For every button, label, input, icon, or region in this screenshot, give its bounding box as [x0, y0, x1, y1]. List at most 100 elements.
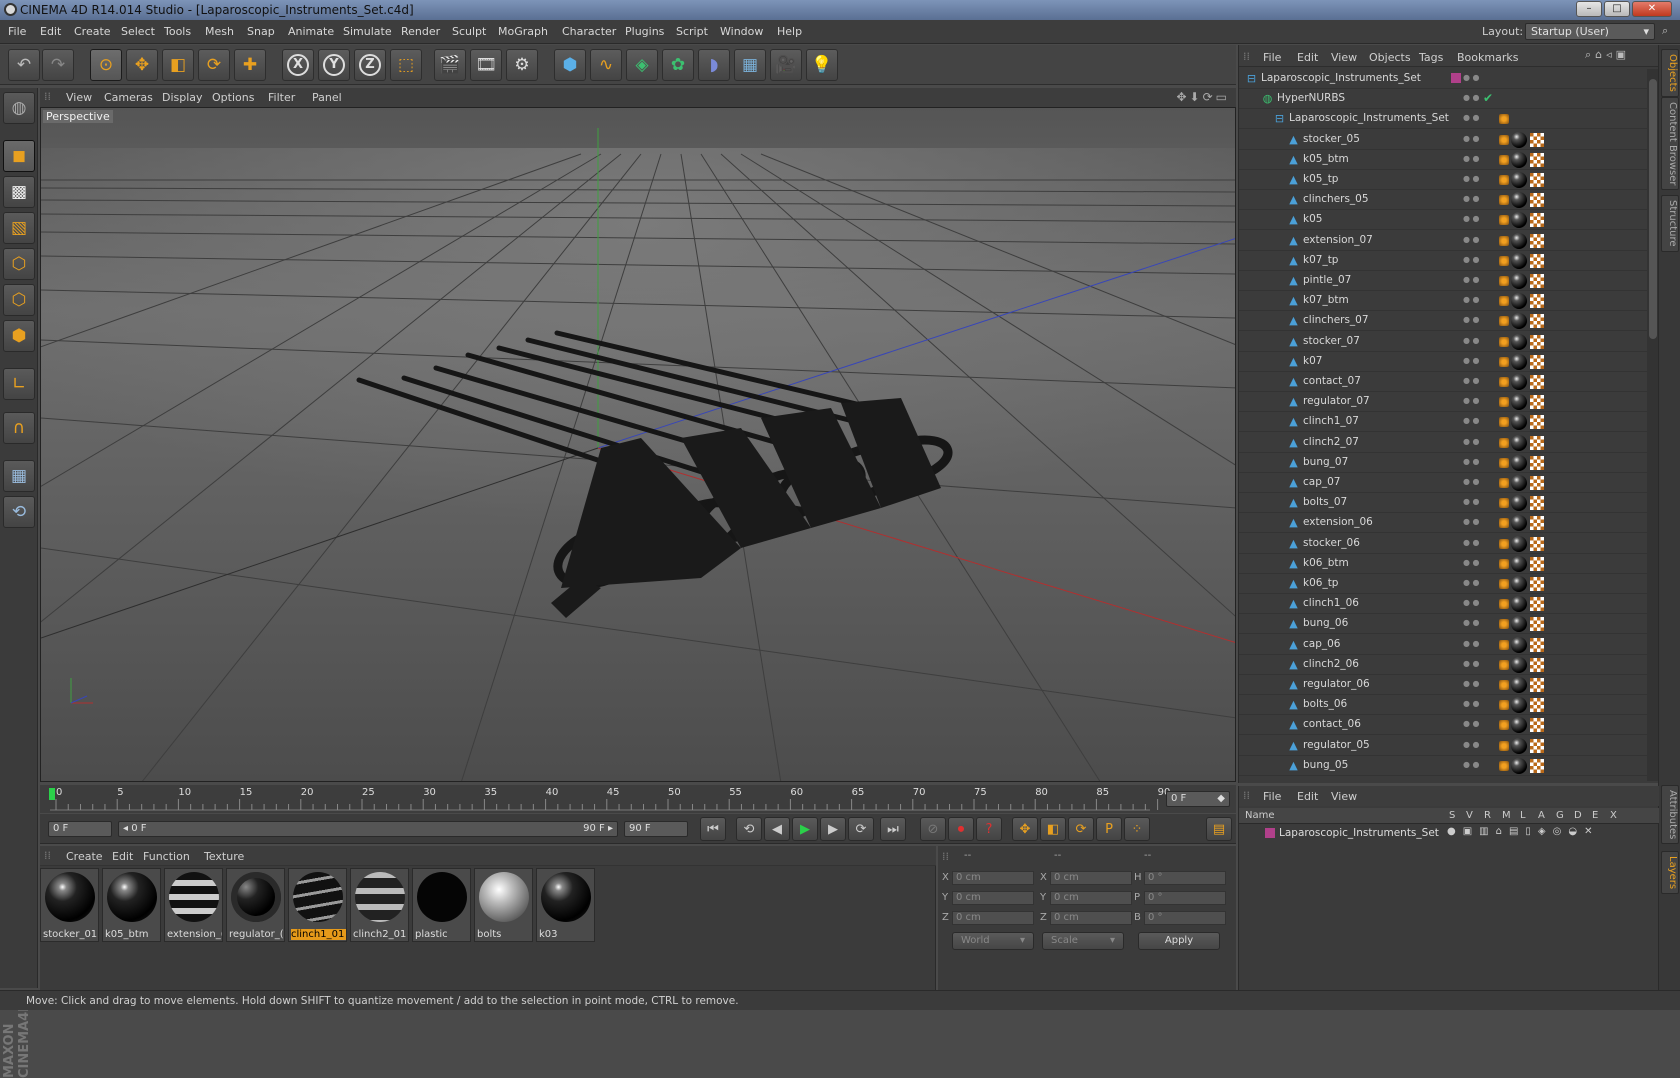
material-swatch[interactable]: bolts	[474, 868, 533, 942]
object-row[interactable]: ▲ bung_05 ● ●	[1239, 756, 1647, 776]
visibility-dots[interactable]: ● ●	[1463, 154, 1483, 163]
object-row[interactable]: ▲ regulator_05 ● ●	[1239, 736, 1647, 756]
layout-select[interactable]: Startup (User) ▾	[1525, 23, 1655, 40]
material-tag-icon[interactable]	[1511, 535, 1527, 552]
record-keys-icon[interactable]: ⊘	[920, 817, 946, 841]
phong-tag-icon[interactable]	[1499, 740, 1509, 751]
pos-y-field[interactable]: 0 cm	[952, 891, 1034, 905]
visibility-dots[interactable]: ● ●	[1463, 477, 1483, 486]
phong-tag-icon[interactable]	[1499, 255, 1509, 266]
object-tags[interactable]	[1499, 192, 1559, 209]
viewport-menu-options[interactable]: Options	[212, 91, 254, 104]
material-tag-icon[interactable]	[1511, 414, 1527, 431]
visibility-dots[interactable]: ● ●	[1463, 538, 1483, 547]
uvw-tag-icon[interactable]	[1530, 233, 1544, 248]
material-tag-icon[interactable]	[1511, 576, 1527, 592]
object-row[interactable]: ▲ cap_07 ● ●	[1239, 473, 1647, 493]
menu-mesh[interactable]: Mesh	[205, 25, 234, 38]
uvw-tag-icon[interactable]	[1530, 314, 1544, 329]
visibility-dots[interactable]: ● ●	[1463, 437, 1483, 446]
key-rotation-icon[interactable]: ⟳	[1068, 817, 1094, 841]
tab-content-browser[interactable]: Content Browser	[1661, 97, 1679, 191]
object-row[interactable]: ▲ pintle_07 ● ●	[1239, 271, 1647, 291]
tab-layers[interactable]: Layers	[1661, 851, 1679, 895]
material-menu-create[interactable]: Create	[66, 850, 103, 863]
object-row[interactable]: ▲ stocker_06 ● ●	[1239, 534, 1647, 554]
object-row[interactable]: ▲ clinch2_06 ● ●	[1239, 655, 1647, 675]
visibility-dots[interactable]: ● ●	[1463, 194, 1483, 203]
object-tags[interactable]	[1499, 434, 1559, 451]
material-tag-icon[interactable]	[1511, 677, 1527, 693]
object-tags[interactable]	[1499, 656, 1559, 673]
texture-mode-icon[interactable]: ▩	[3, 176, 35, 208]
render-settings-icon[interactable]: ⚙	[506, 49, 538, 81]
material-tag-icon[interactable]	[1511, 495, 1527, 512]
object-tags[interactable]	[1499, 414, 1559, 431]
visibility-dots[interactable]: ● ●	[1463, 457, 1483, 466]
x-axis-lock-icon[interactable]: X	[282, 49, 314, 81]
object-tags[interactable]	[1499, 111, 1559, 127]
viewport-menu-display[interactable]: Display	[162, 91, 203, 104]
uvw-tag-icon[interactable]	[1530, 294, 1544, 309]
object-menu-bookmarks[interactable]: Bookmarks	[1457, 51, 1518, 64]
object-row[interactable]: ▲ extension_07 ● ●	[1239, 231, 1647, 251]
material-swatch[interactable]: k05_btm	[102, 868, 161, 942]
object-row[interactable]: ▲ clinch1_07 ● ●	[1239, 412, 1647, 433]
phong-tag-icon[interactable]	[1499, 457, 1509, 468]
visibility-dots[interactable]: ● ●	[1463, 376, 1483, 385]
object-row[interactable]: ⊟ Laparoscopic_Instruments_Set ● ●	[1239, 109, 1647, 130]
phong-tag-icon[interactable]	[1499, 639, 1509, 650]
material-tag-icon[interactable]	[1511, 374, 1527, 390]
add-icon[interactable]: ✚	[234, 49, 266, 81]
render-picture-viewer-icon[interactable]: 🎞	[470, 49, 502, 81]
uvw-tag-icon[interactable]	[1530, 375, 1544, 389]
uvw-tag-icon[interactable]	[1530, 556, 1544, 571]
object-tags[interactable]	[1499, 353, 1559, 370]
uvw-tag-icon[interactable]	[1530, 253, 1544, 268]
uvw-tag-icon[interactable]	[1530, 577, 1544, 591]
minimize-button[interactable]: –	[1576, 1, 1602, 17]
visibility-dots[interactable]: ● ●	[1463, 659, 1483, 668]
object-tags[interactable]	[1499, 717, 1559, 734]
phong-tag-icon[interactable]	[1499, 276, 1509, 286]
visibility-dots[interactable]: ● ●	[1463, 618, 1483, 627]
object-tags[interactable]	[1499, 273, 1559, 289]
object-tags[interactable]	[1499, 313, 1559, 330]
phong-tag-icon[interactable]	[1499, 538, 1509, 549]
object-row[interactable]: ▲ regulator_07 ● ●	[1239, 392, 1647, 413]
next-key-icon[interactable]: ⟳	[848, 817, 874, 841]
visibility-dots[interactable]: ● ●	[1463, 275, 1483, 284]
uvw-tag-icon[interactable]	[1530, 758, 1544, 773]
material-menu-function[interactable]: Function	[143, 850, 190, 863]
z-axis-lock-icon[interactable]: Z	[354, 49, 386, 81]
viewport-menu-filter[interactable]: Filter	[268, 91, 295, 104]
phong-tag-icon[interactable]	[1499, 377, 1509, 387]
object-tags[interactable]	[1499, 515, 1559, 532]
go-to-start-icon[interactable]: ⏮	[700, 817, 726, 841]
material-tag-icon[interactable]	[1511, 293, 1527, 310]
visibility-dots[interactable]: ● ●	[1463, 719, 1483, 728]
rot-p-field[interactable]: 0 °	[1144, 891, 1226, 905]
visibility-dots[interactable]: ● ●	[1463, 93, 1483, 102]
material-menu-edit[interactable]: Edit	[112, 850, 133, 863]
material-tag-icon[interactable]	[1511, 172, 1527, 188]
object-manager-nav-icons[interactable]: ⌕⌂◃▣	[1585, 48, 1630, 62]
layer-menu-view[interactable]: View	[1331, 790, 1357, 803]
snapping-icon[interactable]: ▦	[3, 460, 35, 492]
material-swatch[interactable]: extension_(	[164, 868, 223, 942]
size-x-field[interactable]: 0 cm	[1050, 871, 1132, 885]
spline-icon[interactable]: ∿	[590, 49, 622, 81]
menu-window[interactable]: Window	[720, 25, 763, 38]
maximize-button[interactable]: □	[1604, 1, 1630, 17]
material-tag-icon[interactable]	[1511, 212, 1527, 229]
object-row[interactable]: ▲ contact_06 ● ●	[1239, 715, 1647, 736]
object-row[interactable]: ▲ clinch1_06 ● ●	[1239, 594, 1647, 615]
size-z-field[interactable]: 0 cm	[1050, 911, 1132, 925]
uvw-tag-icon[interactable]	[1530, 678, 1544, 692]
uvw-tag-icon[interactable]	[1530, 516, 1544, 531]
phong-tag-icon[interactable]	[1499, 599, 1509, 610]
uvw-tag-icon[interactable]	[1530, 395, 1544, 410]
visibility-dots[interactable]: ● ●	[1463, 699, 1483, 708]
visibility-dots[interactable]: ● ●	[1463, 315, 1483, 324]
array-icon[interactable]: ✿	[662, 49, 694, 81]
